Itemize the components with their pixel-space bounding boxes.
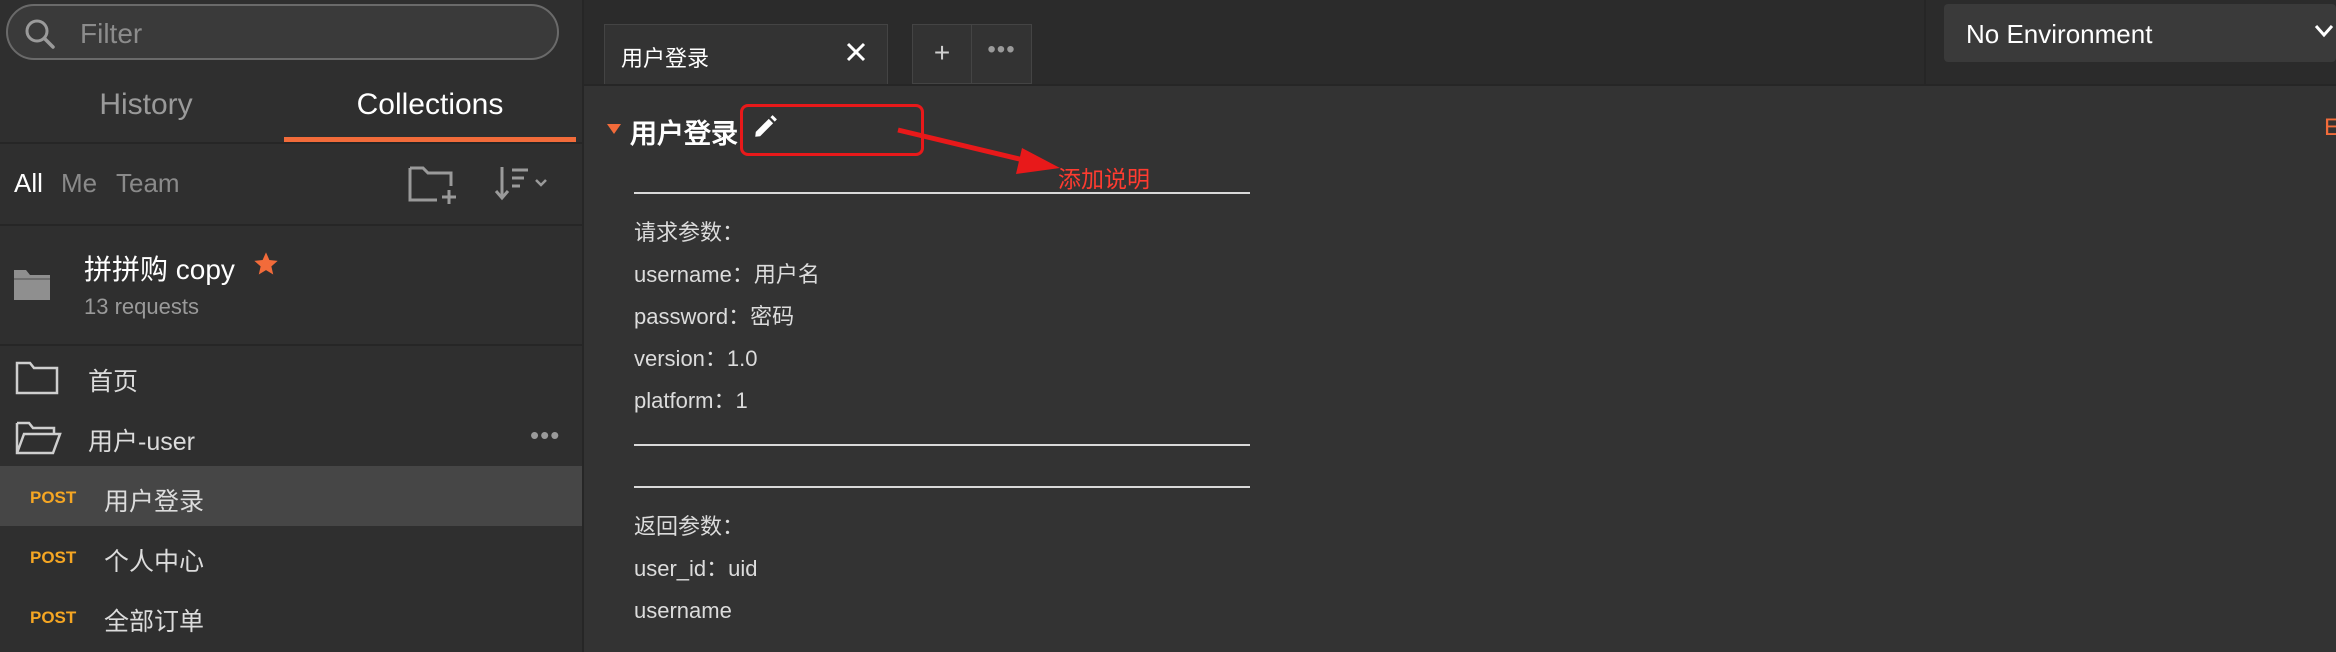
chevron-down-icon bbox=[2314, 25, 2334, 38]
collection-item[interactable]: 拼拼购 copy 13 requests bbox=[0, 226, 582, 344]
method-badge: POST bbox=[30, 488, 77, 507]
filter-team[interactable]: Team bbox=[116, 168, 180, 199]
description-line: user_id：uid bbox=[634, 556, 758, 581]
request-item[interactable]: POST 个人中心 bbox=[0, 526, 582, 586]
sort-icon[interactable] bbox=[492, 164, 552, 202]
description-line: 返回参数： bbox=[634, 514, 745, 539]
environment-select[interactable]: No Environment bbox=[1944, 4, 2336, 62]
request-label: 全部订单 bbox=[104, 608, 205, 636]
request-tab-label: 用户登录 bbox=[621, 46, 710, 71]
collapse-caret-icon[interactable] bbox=[606, 123, 622, 135]
separator-line bbox=[634, 422, 1250, 464]
request-panel: 用户登录 添加说明 E 请求参数： username：用户名 password：… bbox=[584, 86, 2336, 652]
divider bbox=[1924, 0, 1926, 84]
tab-more-button[interactable]: ••• bbox=[972, 24, 1032, 84]
separator-line bbox=[634, 170, 1250, 212]
search-icon bbox=[25, 19, 55, 49]
collection-name: 拼拼购 copy bbox=[84, 254, 235, 285]
divider bbox=[0, 142, 582, 144]
folder-open-icon bbox=[15, 421, 62, 455]
request-tab[interactable]: 用户登录 bbox=[604, 24, 888, 84]
new-collection-icon[interactable] bbox=[407, 162, 461, 206]
method-badge: POST bbox=[30, 608, 77, 627]
method-badge: POST bbox=[30, 548, 77, 567]
folder-label: 首页 bbox=[88, 368, 139, 396]
description-line: username bbox=[634, 598, 732, 623]
description-line: platform：1 bbox=[634, 388, 748, 413]
star-icon[interactable] bbox=[252, 250, 280, 278]
tab-collections[interactable]: Collections bbox=[284, 80, 576, 142]
description-line: password：密码 bbox=[634, 304, 795, 329]
description-line: version：1.0 bbox=[634, 346, 758, 371]
collection-request-count: 13 requests bbox=[84, 294, 199, 319]
description-line: 请求参数： bbox=[634, 220, 745, 245]
tab-bar: 用户登录 + ••• No Environment bbox=[584, 0, 2336, 86]
separator-line bbox=[634, 464, 1250, 506]
filter-me[interactable]: Me bbox=[61, 168, 97, 199]
sidebar: History Collections All Me Team 拼拼购 copy… bbox=[0, 0, 584, 652]
edge-label[interactable]: E bbox=[2324, 114, 2336, 142]
request-label: 用户登录 bbox=[104, 488, 205, 516]
folder-label: 用户-user bbox=[88, 428, 195, 456]
request-item[interactable]: POST 用户登录 bbox=[0, 466, 582, 526]
description-line: username：用户名 bbox=[634, 262, 820, 287]
tab-history[interactable]: History bbox=[0, 80, 292, 142]
filter-all[interactable]: All bbox=[14, 168, 43, 199]
request-label: 个人中心 bbox=[104, 548, 205, 576]
folder-icon bbox=[15, 361, 59, 395]
request-item[interactable]: POST 全部订单 bbox=[0, 586, 582, 646]
collection-folder-icon bbox=[14, 270, 50, 300]
request-description[interactable]: 请求参数： username：用户名 password：密码 version：1… bbox=[634, 170, 1250, 632]
filter-input[interactable] bbox=[78, 14, 542, 54]
request-title: 用户登录 bbox=[630, 119, 738, 149]
new-tab-button[interactable]: + bbox=[912, 24, 972, 84]
close-icon[interactable] bbox=[845, 41, 867, 63]
environment-label: No Environment bbox=[1966, 19, 2153, 49]
more-options-icon[interactable]: ••• bbox=[530, 420, 560, 451]
filter-box[interactable] bbox=[6, 4, 559, 60]
folder-item[interactable]: 用户-user ••• bbox=[0, 406, 582, 466]
folder-item[interactable]: 首页 bbox=[0, 346, 582, 406]
